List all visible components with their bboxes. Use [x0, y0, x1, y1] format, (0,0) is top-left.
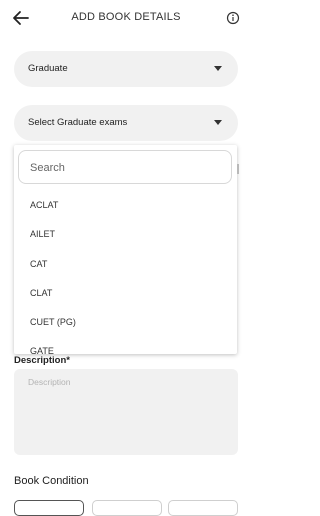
dropdown-caret-icon — [214, 120, 222, 125]
exam-select-value: Select Graduate exams — [28, 117, 128, 128]
category-select-value: Graduate — [28, 63, 68, 74]
dropdown-option[interactable]: ACLAT — [30, 200, 58, 210]
condition-option[interactable] — [168, 500, 238, 516]
dropdown-option[interactable]: CLAT — [30, 288, 52, 298]
condition-option[interactable] — [14, 500, 84, 516]
dropdown-option[interactable]: GATE — [30, 346, 54, 354]
app-header: ADD BOOK DETAILS — [0, 0, 252, 36]
search-box — [18, 150, 232, 184]
exam-select[interactable]: Select Graduate exams — [14, 105, 238, 141]
exam-dropdown-menu: ACLAT AILET CAT CLAT CUET (PG) GATE — [14, 145, 237, 354]
dropdown-option[interactable]: CUET (PG) — [30, 317, 76, 327]
description-placeholder: Description — [28, 377, 71, 387]
info-circle-icon — [226, 11, 240, 25]
page-title: ADD BOOK DETAILS — [71, 11, 181, 23]
condition-option[interactable] — [92, 500, 162, 516]
dropdown-caret-icon — [214, 66, 222, 71]
dropdown-option[interactable]: CAT — [30, 259, 47, 269]
scrollbar[interactable] — [237, 164, 239, 174]
search-input[interactable] — [28, 159, 227, 177]
description-label: Description* — [14, 355, 70, 366]
book-condition-title: Book Condition — [14, 475, 89, 487]
dropdown-option[interactable]: AILET — [30, 229, 55, 239]
info-button[interactable] — [226, 11, 240, 25]
category-select[interactable]: Graduate — [14, 51, 238, 87]
description-field[interactable]: Description — [14, 369, 238, 455]
